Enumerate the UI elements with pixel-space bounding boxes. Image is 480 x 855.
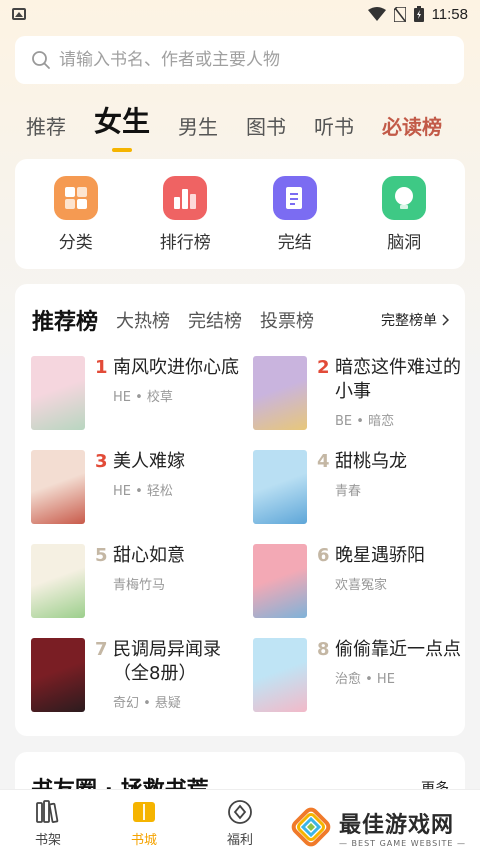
bookshelf-icon (36, 799, 59, 823)
rank-number: 4 (317, 451, 330, 472)
nav-bookstore[interactable]: 书城 (96, 790, 192, 855)
welfare-icon (228, 799, 252, 824)
book-tags: 欢喜冤家 (335, 578, 388, 593)
tab-female[interactable]: 女生 (94, 100, 150, 148)
chevron-right-icon (442, 314, 449, 326)
category-classify[interactable]: 分类 (26, 175, 126, 253)
book-item[interactable]: 6 晚星遇骄阳 欢喜冤家 (253, 544, 463, 620)
tab-male[interactable]: 男生 (178, 111, 218, 148)
book-item[interactable]: 2 暗恋这件难过的小事 BE • 暗恋 (253, 356, 463, 432)
rank-number: 7 (95, 639, 108, 660)
category-finished[interactable]: 完结 (245, 175, 345, 253)
category-label: 完结 (277, 232, 312, 253)
book-title: 民调局异闻录（全8册） (113, 639, 221, 684)
book-cover (31, 638, 85, 712)
bulb-icon (382, 175, 427, 220)
battery-charging-icon (413, 6, 424, 22)
tab-books[interactable]: 图书 (246, 111, 286, 148)
tab-must-read[interactable]: 必读榜 (382, 111, 442, 148)
wifi-icon (367, 7, 386, 21)
search-bar[interactable] (15, 36, 464, 84)
document-icon (272, 175, 317, 220)
book-title: 甜桃乌龙 (335, 451, 407, 472)
book-item[interactable]: 5 甜心如意 青梅竹马 (31, 544, 241, 620)
book-tags: 青春 (335, 484, 362, 499)
book-item[interactable]: 1 南风吹进你心底 HE • 校草 (31, 356, 241, 432)
nav-welfare[interactable]: 福利 (192, 790, 288, 855)
ranking-icon (163, 175, 208, 220)
category-brainstorm[interactable]: 脑洞 (354, 175, 454, 253)
book-title: 晚星遇骄阳 (335, 545, 425, 566)
full-ranking-link[interactable]: 完整榜单 (381, 310, 449, 330)
book-item[interactable]: 4 甜桃乌龙 青春 (253, 450, 463, 526)
book-tags: 奇幻 • 悬疑 (113, 696, 181, 711)
nav-label: 书城 (130, 832, 157, 848)
category-card: 分类 排行榜 完结 脑洞 (15, 159, 465, 269)
status-time: 11:58 (431, 5, 468, 23)
grid-icon (53, 175, 98, 220)
book-title: 美人难嫁 (113, 451, 185, 472)
watermark-text: 最佳游戏网 (339, 812, 455, 838)
search-icon (32, 51, 50, 69)
book-title: 南风吹进你心底 (113, 357, 239, 378)
rank-number: 2 (317, 357, 330, 378)
rank-number: 6 (317, 545, 330, 566)
gallery-notification-icon (12, 8, 26, 20)
tab-recommend[interactable]: 推荐 (26, 111, 66, 148)
book-tags: HE • 轻松 (113, 484, 173, 499)
book-item[interactable]: 7 民调局异闻录（全8册） 奇幻 • 悬疑 (31, 638, 241, 714)
status-bar: 11:58 (0, 0, 480, 28)
ranking-tab-recommend[interactable]: 推荐榜 (32, 304, 98, 336)
rank-number: 3 (95, 451, 108, 472)
top-tabs: 推荐 女生 男生 图书 听书 必读榜 (26, 100, 470, 148)
tab-audio[interactable]: 听书 (314, 111, 354, 148)
search-input[interactable] (59, 50, 464, 70)
book-cover (253, 544, 307, 618)
ranking-card: 推荐榜 大热榜 完结榜 投票榜 完整榜单 1 南风吹进你心底 HE • 校草 2暗… (15, 284, 465, 736)
ranking-tab-hot[interactable]: 大热榜 (116, 307, 170, 333)
book-cover (253, 638, 307, 712)
rank-number: 1 (95, 357, 108, 378)
book-tags: HE • 校草 (113, 390, 173, 405)
book-tags: 治愈 • HE (335, 672, 395, 687)
book-tags: BE • 暗恋 (335, 414, 395, 429)
full-ranking-label: 完整榜单 (381, 313, 437, 329)
book-cover (31, 544, 85, 618)
nav-bookshelf[interactable]: 书架 (0, 790, 96, 855)
nav-label: 书架 (34, 832, 61, 848)
nav-label: 福利 (226, 832, 253, 848)
book-tags: 青梅竹马 (113, 578, 166, 593)
book-title: 暗恋这件难过的小事 (335, 357, 461, 402)
watermark-logo-icon (291, 807, 331, 847)
category-ranking[interactable]: 排行榜 (135, 175, 235, 253)
no-sim-icon (393, 6, 406, 22)
bookstore-icon (133, 801, 155, 822)
book-title: 甜心如意 (113, 545, 185, 566)
category-label: 脑洞 (387, 232, 422, 253)
watermark-subtext: — BEST GAME WEBSITE — (339, 838, 466, 848)
ranking-tab-finished[interactable]: 完结榜 (188, 307, 242, 333)
rank-number: 8 (317, 639, 330, 660)
book-cover (31, 356, 85, 430)
ranking-tabs: 推荐榜 大热榜 完结榜 投票榜 完整榜单 (15, 284, 465, 356)
category-label: 分类 (58, 232, 93, 253)
book-item[interactable]: 8 偷偷靠近一点点 治愈 • HE (253, 638, 463, 714)
book-cover (31, 450, 85, 524)
book-cover (253, 356, 307, 430)
rank-number: 5 (95, 545, 108, 566)
watermark: 最佳游戏网 — BEST GAME WEBSITE — (283, 803, 472, 851)
ranking-tab-vote[interactable]: 投票榜 (260, 307, 314, 333)
book-title: 偷偷靠近一点点 (335, 639, 461, 660)
category-label: 排行榜 (159, 232, 211, 253)
book-cover (253, 450, 307, 524)
book-item[interactable]: 3 美人难嫁 HE • 轻松 (31, 450, 241, 526)
